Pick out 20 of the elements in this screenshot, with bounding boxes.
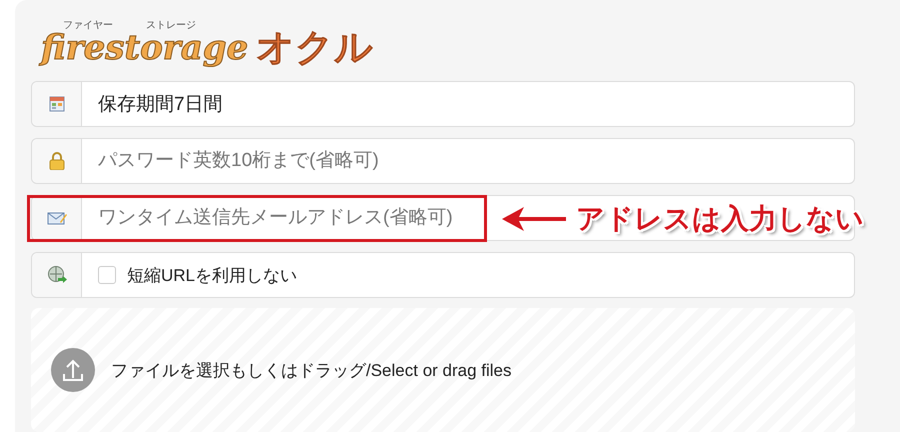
storage-period-select[interactable]: 保存期間7日間 xyxy=(98,91,223,118)
arrow-icon xyxy=(502,206,566,232)
globe-icon xyxy=(46,265,66,286)
upload-icon xyxy=(51,348,95,392)
input-field[interactable]: パスワード英数10桁まで(省略可) xyxy=(31,138,855,184)
text-input[interactable]: パスワード英数10桁まで(省略可) xyxy=(98,146,498,176)
logo-text: オクル xyxy=(256,29,374,72)
checkbox[interactable] xyxy=(98,266,116,284)
calendar-icon xyxy=(48,96,64,112)
form-field[interactable]: 短縮URLを利用しない xyxy=(31,252,855,298)
padlock-icon xyxy=(48,152,64,170)
logo-ruby: ストレージ xyxy=(146,21,196,32)
upload-text: ファイルを選択もしくはドラッグ/Select or drag files xyxy=(111,360,512,382)
checkbox-label: 短縮URLを利用しない xyxy=(127,264,298,287)
annotation-text: アドレスは入力しない xyxy=(576,202,864,236)
upload-area[interactable]: ファイルを選択もしくはドラッグ/Select or drag files xyxy=(31,308,855,432)
form-field[interactable]: 保存期間7日間 xyxy=(31,81,855,128)
envelope-icon xyxy=(46,210,66,226)
text-input[interactable]: ワンタイム送信先メールアドレス(省略可) xyxy=(98,203,498,234)
logo-ruby: ファイヤー xyxy=(63,21,113,32)
